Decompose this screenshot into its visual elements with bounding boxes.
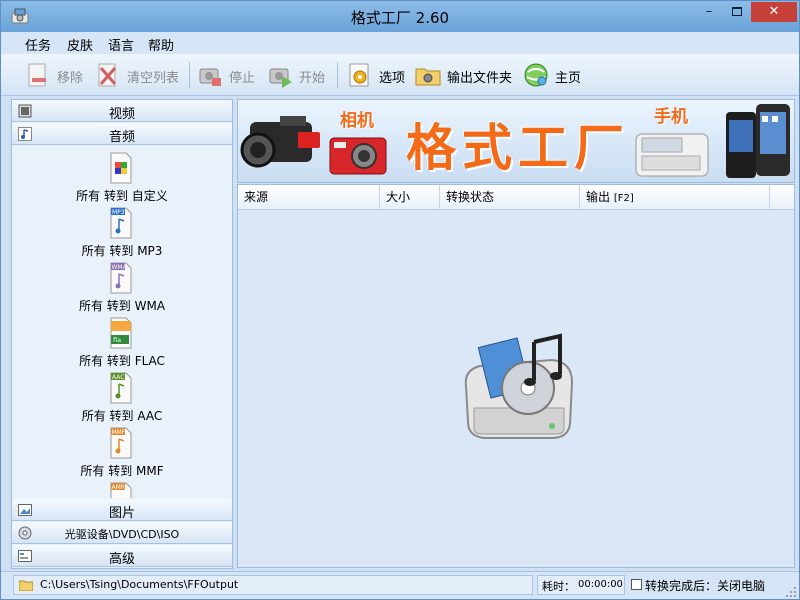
category-video[interactable]: 视频 — [12, 100, 232, 122]
format-item-amr[interactable]: AMR — [12, 482, 232, 498]
camcorder-icon — [240, 116, 320, 168]
banner: 相机 格式工厂 手机 — [237, 99, 795, 183]
column-status[interactable]: 转换状态 — [440, 185, 580, 210]
stop-button[interactable]: 停止 — [197, 60, 263, 90]
column-output[interactable]: 输出 [F2] — [580, 185, 770, 210]
format-item-custom[interactable]: 所有 转到 自定义 — [12, 152, 232, 207]
stop-icon — [199, 68, 221, 86]
output-shortcut: [F2] — [613, 193, 634, 204]
column-source[interactable]: 来源 — [238, 185, 380, 210]
window-title: 格式工厂 2.60 — [350, 9, 450, 27]
home-button[interactable]: 主页 — [523, 60, 589, 90]
folder-icon — [415, 68, 441, 86]
maximize-icon — [732, 7, 742, 16]
output-path-field[interactable]: C:\Users\Tsing\Documents\FFOutput — [13, 575, 533, 595]
camera-label: 相机 — [340, 111, 374, 131]
title-bar[interactable]: 格式工厂 2.60 – ✕ — [1, 1, 799, 32]
category-optical-disc[interactable]: 光驱设备\DVD\CD\ISO — [12, 522, 232, 544]
elapsed-label: 耗时： — [542, 580, 575, 593]
toolbar-separator — [337, 62, 338, 88]
slider-phone-icon — [635, 133, 709, 177]
menu-help[interactable]: 帮助 — [148, 35, 174, 54]
home-globe-icon — [524, 63, 548, 87]
category-advanced[interactable]: 高级 — [12, 545, 232, 567]
flac-tag: fla — [113, 336, 121, 344]
shutdown-checkbox[interactable] — [631, 579, 642, 590]
format-item-mmf[interactable]: MMF 所有 转到 MMF — [12, 427, 232, 482]
table-header: 来源 大小 转换状态 输出 [F2] — [238, 185, 794, 210]
remove-icon — [28, 63, 46, 87]
toolbar-separator — [189, 62, 190, 88]
menu-bar: 任务 皮肤 语言 帮助 — [1, 32, 799, 54]
maximize-button[interactable] — [723, 2, 751, 22]
folder-icon — [19, 580, 33, 591]
elapsed-value: 00:00:00 — [578, 579, 623, 590]
category-audio[interactable]: 音频 — [12, 123, 232, 145]
amr-tag: AMR — [112, 484, 125, 491]
toolbar: 移除 清空列表 停止 开始 选项 输出文件夹 主页 — [1, 54, 799, 96]
mmf-file-icon: MMF — [110, 427, 132, 459]
format-item-mp3[interactable]: MP3 所有 转到 MP3 — [12, 207, 232, 262]
settings-gear-icon — [349, 63, 369, 87]
format-item-aac[interactable]: AAC 所有 转到 AAC — [12, 372, 232, 427]
format-factory-logo-icon — [464, 333, 574, 439]
close-button[interactable]: ✕ — [751, 2, 797, 22]
start-button[interactable]: 开始 — [267, 60, 333, 90]
remove-button[interactable]: 移除 — [25, 60, 87, 90]
output-folder-button[interactable]: 输出文件夹 — [415, 60, 517, 90]
options-button[interactable]: 选项 — [347, 60, 411, 90]
amr-file-icon: AMR — [110, 482, 132, 498]
app-window: 格式工厂 2.60 – ✕ 任务 皮肤 语言 帮助 移除 清空列表 停止 开始 … — [0, 0, 800, 600]
start-icon — [269, 68, 292, 88]
audio-format-list: 所有 转到 自定义 MP3 所有 转到 MP3 WMA 所有 转到 WMA fl… — [12, 146, 232, 498]
menu-skin[interactable]: 皮肤 — [67, 35, 93, 54]
mp3-file-icon: MP3 — [110, 207, 132, 239]
smartphone-icon — [726, 104, 790, 178]
output-path: C:\Users\Tsing\Documents\FFOutput — [40, 578, 239, 591]
shutdown-label: 转换完成后：关闭电脑 — [645, 579, 766, 593]
resize-grip-icon[interactable] — [785, 586, 797, 598]
flac-file-icon: fla — [110, 317, 132, 349]
minimize-button[interactable]: – — [695, 2, 723, 22]
aac-file-icon: AAC — [110, 372, 132, 404]
phone-label: 手机 — [654, 107, 688, 127]
mp3-tag: MP3 — [112, 209, 125, 216]
category-image[interactable]: 图片 — [12, 499, 232, 521]
task-table[interactable]: 来源 大小 转换状态 输出 [F2] — [237, 184, 795, 568]
mmf-tag: MMF — [112, 429, 126, 436]
format-item-wma[interactable]: WMA 所有 转到 WMA — [12, 262, 232, 317]
menu-language[interactable]: 语言 — [108, 35, 134, 54]
clear-list-icon — [98, 63, 117, 87]
category-panel: 视频 音频 所有 转到 自定义 MP3 所有 转到 MP3 WMA 所有 转到 … — [11, 99, 233, 569]
aac-tag: AAC — [112, 374, 124, 381]
menu-task[interactable]: 任务 — [25, 35, 51, 54]
column-output-label: 输出 — [586, 190, 611, 204]
format-item-flac[interactable]: fla 所有 转到 FLAC — [12, 317, 232, 372]
wma-tag: WMA — [112, 264, 128, 271]
column-size[interactable]: 大小 — [380, 185, 440, 210]
custom-format-icon — [110, 152, 132, 184]
clear-list-button[interactable]: 清空列表 — [95, 60, 185, 90]
digital-camera-icon — [329, 137, 387, 175]
elapsed-time: 耗时： 00:00:00 — [537, 575, 625, 595]
status-bar: C:\Users\Tsing\Documents\FFOutput 耗时： 00… — [1, 571, 799, 599]
shutdown-after-done[interactable]: 转换完成后：关闭电脑 — [627, 575, 785, 595]
banner-title: 格式工厂 — [406, 118, 630, 177]
wma-file-icon: WMA — [110, 262, 132, 294]
